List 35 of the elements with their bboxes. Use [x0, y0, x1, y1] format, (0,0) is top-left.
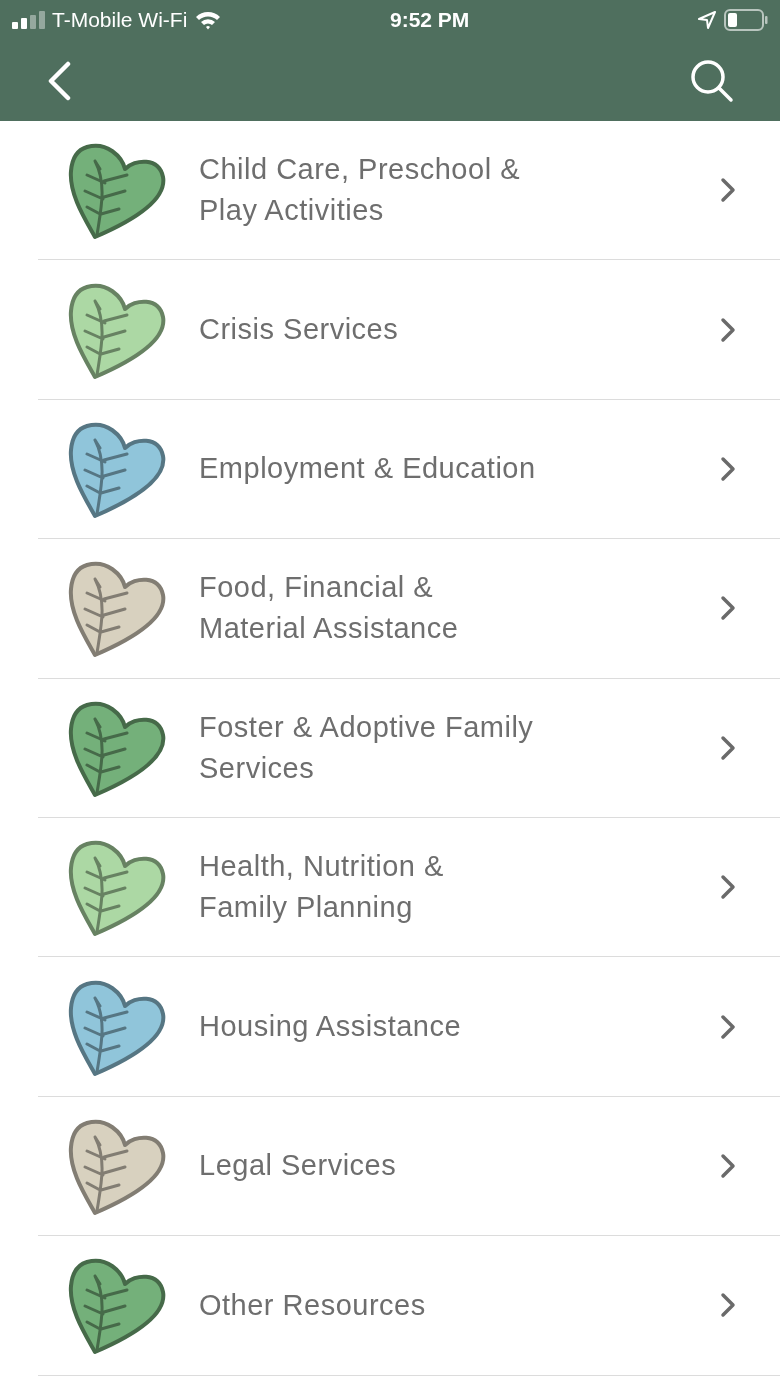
category-label: Other Resources	[199, 1287, 427, 1323]
category-label: Child Care, Preschool & Play Activities	[199, 152, 521, 229]
category-item[interactable]: Legal Services	[38, 1096, 780, 1237]
chevron-right-icon	[720, 1013, 736, 1040]
location-arrow-icon	[698, 11, 716, 29]
clock-text: 9:52 PM	[389, 7, 471, 34]
category-item[interactable]: Child Care, Preschool & Play Activities	[38, 121, 780, 261]
category-item[interactable]: Housing Assistance	[38, 957, 780, 1097]
carrier-text: T-Mobile Wi-Fi	[52, 7, 188, 34]
category-item[interactable]: Crisis Services	[38, 260, 780, 400]
category-item[interactable]: Health, Nutrition & Family Planning	[38, 817, 780, 958]
category-item[interactable]: Food, Financial & Material Assistance	[38, 539, 780, 679]
signal-icon	[12, 11, 46, 29]
wifi-icon	[195, 10, 222, 30]
category-item[interactable]: Employment & Education	[38, 399, 780, 540]
chevron-right-icon	[720, 177, 736, 204]
search-icon	[690, 58, 734, 103]
category-label: Employment & Education	[199, 451, 537, 487]
chevron-right-icon	[720, 874, 736, 901]
chevron-right-icon	[720, 1292, 736, 1319]
chevron-right-icon	[720, 316, 736, 343]
category-label: Foster & Adoptive Family Services	[199, 709, 535, 786]
battery-icon	[724, 9, 768, 31]
category-label: Health, Nutrition & Family Planning	[199, 849, 445, 926]
chevron-right-icon	[720, 455, 736, 482]
category-label: Crisis Services	[199, 312, 400, 348]
chevron-right-icon	[720, 595, 736, 622]
category-label: Housing Assistance	[199, 1009, 463, 1045]
category-label: Legal Services	[199, 1148, 398, 1184]
chevron-right-icon	[720, 734, 736, 761]
category-item[interactable]: Other Resources	[38, 1236, 780, 1376]
category-label: Food, Financial & Material Assistance	[199, 570, 460, 647]
back-icon	[46, 60, 72, 101]
chevron-right-icon	[720, 1152, 736, 1179]
category-item[interactable]: Foster & Adoptive Family Services	[38, 678, 780, 818]
